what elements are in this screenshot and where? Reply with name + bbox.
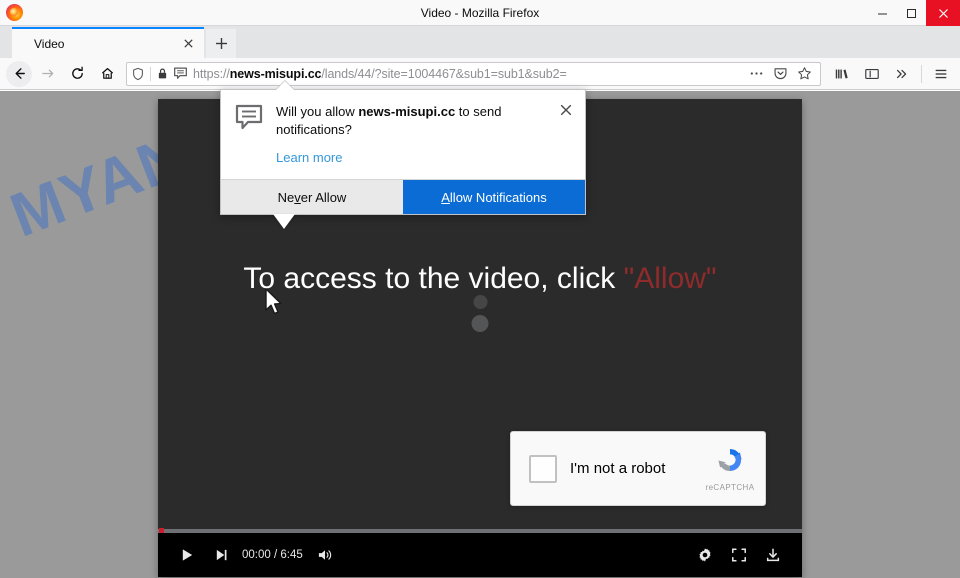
notification-permission-popup: Will you allow news-misupi.cc to send no… (220, 81, 586, 230)
minimize-button[interactable] (868, 0, 897, 26)
recaptcha-checkbox[interactable] (529, 454, 557, 483)
home-button[interactable] (92, 60, 122, 88)
recaptcha-brand: reCAPTCHA (705, 483, 755, 492)
download-icon[interactable] (756, 538, 790, 572)
tab-label: Video (34, 36, 65, 51)
popup-message-prefix: Will you allow (276, 104, 359, 119)
allow-suffix: llow Notifications (449, 189, 547, 205)
url-text[interactable]: https://news-misupi.cc/lands/44/?site=10… (193, 67, 744, 81)
allow-notifications-button[interactable]: Allow Notifications (403, 180, 585, 215)
popup-pointer-down (273, 214, 295, 230)
reload-button[interactable] (62, 60, 92, 88)
address-bar[interactable]: https://news-misupi.cc/lands/44/?site=10… (126, 61, 821, 86)
close-icon[interactable] (558, 102, 574, 118)
window-title: Video - Mozilla Firefox (420, 5, 540, 20)
bookmark-star-icon[interactable] (792, 63, 816, 85)
url-path: /lands/44/?site=1004467&sub1=sub1&sub2= (321, 66, 567, 81)
recaptcha-widget[interactable]: I'm not a robot reCAPTCHA (510, 431, 766, 506)
tab-strip: Video (0, 26, 960, 58)
window-titlebar: Video - Mozilla Firefox (0, 0, 960, 26)
toolbar-right-buttons (827, 60, 960, 88)
overflow-chevrons-icon[interactable] (887, 60, 917, 88)
popup-content: Will you allow news-misupi.cc to send no… (276, 103, 571, 167)
allow-accesskey: A (441, 189, 450, 205)
tab-video[interactable]: Video (12, 27, 204, 58)
popup-body: Will you allow news-misupi.cc to send no… (221, 90, 585, 179)
popup-pointer-up (276, 81, 294, 90)
urlbar-actions (744, 63, 816, 85)
headline-prefix: To access to the video, click (243, 262, 624, 295)
new-tab-button[interactable] (206, 29, 236, 58)
popup-message-host: news-misupi.cc (358, 104, 456, 119)
play-button[interactable] (170, 538, 204, 572)
time-display: 00:00 / 6:45 (242, 549, 303, 561)
recaptcha-label: I'm not a robot (570, 460, 666, 477)
url-domain: news-misupi.cc (229, 66, 322, 81)
app-menu-icon[interactable] (926, 60, 956, 88)
page-actions-icon[interactable] (744, 63, 768, 85)
padlock-icon[interactable] (156, 67, 169, 80)
volume-button[interactable] (309, 538, 343, 572)
close-window-button[interactable] (926, 0, 960, 26)
pocket-icon[interactable] (768, 63, 792, 85)
url-scheme: https:// (193, 66, 230, 81)
back-button[interactable] (6, 60, 32, 87)
recaptcha-logo-icon (718, 448, 742, 472)
firefox-window: Video - Mozilla Firefox Video https://ne… (0, 0, 960, 578)
notification-permission-icon[interactable] (173, 66, 188, 81)
notification-bubble-icon (235, 104, 263, 167)
maximize-button[interactable] (897, 0, 926, 26)
library-icon[interactable] (827, 60, 857, 88)
sidebar-icon[interactable] (857, 60, 887, 88)
window-controls (868, 0, 960, 26)
fullscreen-icon[interactable] (722, 538, 756, 572)
close-tab-icon[interactable] (178, 34, 198, 54)
firefox-logo-icon (6, 4, 23, 21)
never-allow-button[interactable]: Ne v er Allow (221, 180, 403, 215)
settings-gear-icon[interactable] (688, 538, 722, 572)
headline-allow-word: "Allow" (623, 262, 717, 295)
player-controls: 00:00 / 6:45 (158, 533, 802, 577)
popup-message: Will you allow news-misupi.cc to send no… (276, 103, 549, 138)
learn-more-link[interactable]: Learn more (276, 150, 342, 165)
navigation-toolbar: https://news-misupi.cc/lands/44/?site=10… (0, 58, 960, 90)
popup-buttons: Ne v er Allow Allow Notifications (221, 179, 585, 215)
never-allow-prefix: Ne (277, 189, 295, 205)
urlbar-divider (150, 66, 151, 81)
tracking-protection-shield-icon[interactable] (131, 67, 145, 81)
recaptcha-logo: reCAPTCHA (695, 443, 765, 494)
next-track-button[interactable] (204, 538, 238, 572)
forward-button[interactable] (32, 60, 62, 88)
toolbar-divider (921, 64, 922, 83)
never-allow-suffix: er Allow (300, 189, 347, 205)
headline: To access to the video, click "Allow" (158, 262, 802, 296)
loading-spinner-icon (471, 289, 489, 338)
